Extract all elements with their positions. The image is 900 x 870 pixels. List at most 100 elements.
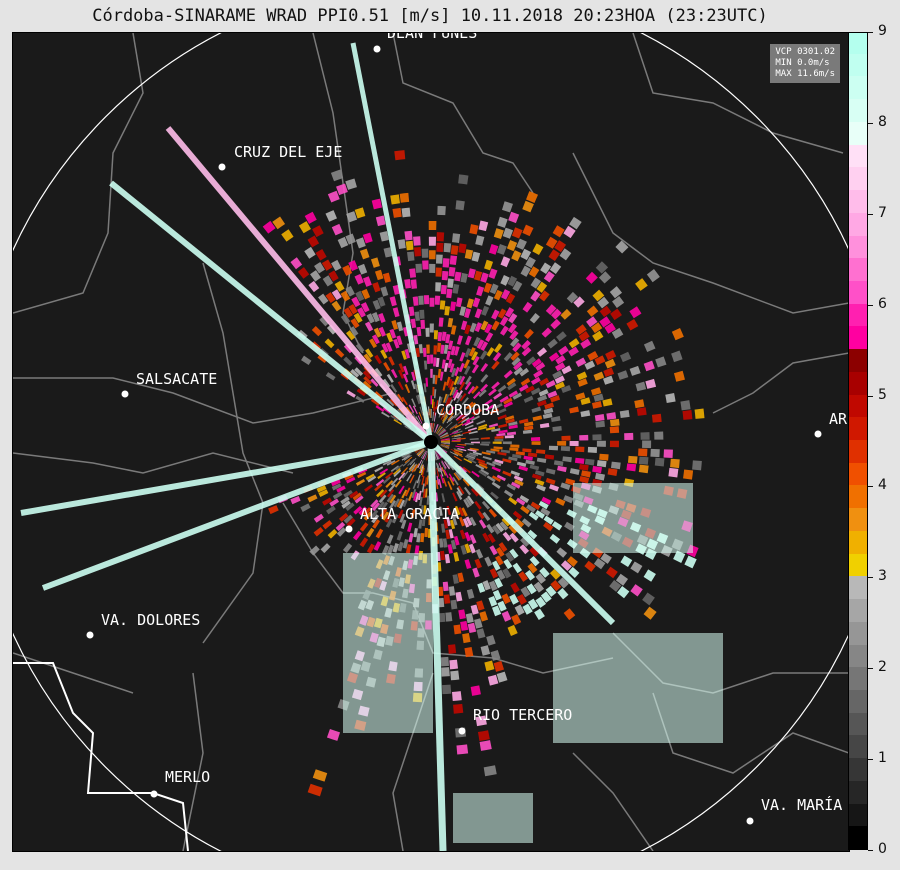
- echo-cell: [326, 728, 341, 741]
- echo-cell: [487, 674, 499, 686]
- echo-cell: [592, 465, 602, 474]
- colorbar-tick-mark: [868, 577, 873, 579]
- scan-info-box: VCP 0301.02 MIN 0.0m/s MAX 11.6m/s: [770, 44, 840, 83]
- echo-cell: [626, 463, 637, 472]
- echo-cell: [456, 335, 463, 345]
- echo-cell: [448, 266, 456, 277]
- colorbar-segment: [849, 598, 867, 622]
- echo-cell: [609, 440, 619, 448]
- echo-cell: [488, 243, 499, 255]
- echo-cell: [387, 544, 394, 555]
- echo-cell: [370, 257, 380, 268]
- echo-cell: [432, 411, 435, 421]
- echo-cell: [586, 305, 599, 317]
- echo-cell: [491, 320, 500, 331]
- echo-cell: [455, 445, 465, 449]
- colorbar-segment: [849, 75, 867, 100]
- echo-cell: [480, 362, 489, 373]
- echo-cell: [642, 592, 655, 606]
- echo-cell: [442, 381, 447, 391]
- city-label-merlo: MERLO: [165, 768, 211, 786]
- echo-cell: [568, 338, 580, 349]
- echo-cell: [449, 301, 457, 312]
- echo-cell: [426, 344, 430, 354]
- echo-cell: [534, 478, 545, 486]
- echo-cell: [418, 344, 423, 354]
- echo-cell: [392, 307, 400, 318]
- echo-cell: [407, 251, 415, 262]
- echo-cell: [455, 297, 463, 308]
- echo-cell: [389, 296, 397, 307]
- echo-cell: [598, 271, 612, 284]
- echo-cell: [432, 386, 435, 396]
- echo-cell: [404, 384, 411, 394]
- echo-cell: [415, 263, 423, 273]
- echo-cell: [500, 325, 509, 336]
- echo-cell: [630, 584, 643, 597]
- echo-cell: [682, 410, 693, 420]
- echo-cell: [449, 659, 459, 670]
- echo-cell: [492, 441, 502, 444]
- echo-cell: [471, 364, 479, 374]
- echo-cell: [524, 328, 534, 340]
- echo-cell: [312, 225, 324, 238]
- echo-cell: [371, 198, 383, 210]
- echo-cell: [522, 448, 532, 453]
- echo-cell: [486, 634, 496, 646]
- echo-cell: [574, 457, 585, 465]
- echo-cell: [405, 240, 414, 251]
- colorbar-segment: [849, 235, 867, 259]
- colorbar-tick-mark: [868, 122, 873, 124]
- echo-cell: [440, 284, 447, 295]
- colorbar-segment: [849, 644, 867, 668]
- echo-cell: [510, 582, 520, 594]
- echo-cell: [585, 271, 598, 284]
- radar-site-marker: [424, 435, 438, 449]
- echo-cell: [467, 622, 477, 634]
- echo-cell: [414, 311, 420, 321]
- colorbar-segment: [849, 166, 867, 191]
- echo-cell: [496, 671, 508, 683]
- echo-cell: [638, 464, 649, 474]
- echo-cell: [553, 460, 564, 467]
- echo-cell: [458, 243, 467, 254]
- echo-cell: [433, 330, 439, 340]
- echo-cell: [497, 243, 507, 255]
- echo-cell: [482, 455, 492, 461]
- echo-cell: [458, 609, 466, 620]
- province-border: [13, 662, 189, 851]
- echo-cell: [552, 425, 562, 432]
- echo-cell: [607, 468, 618, 477]
- echo-cell: [428, 220, 437, 231]
- echo-cell: [575, 357, 587, 368]
- echo-cell: [410, 318, 417, 329]
- city-label-va-dolores: VA. DOLORES: [101, 611, 201, 629]
- echo-cell: [521, 346, 532, 357]
- echo-cell: [392, 207, 402, 218]
- echo-cell: [352, 530, 362, 541]
- echo-cell: [506, 240, 518, 252]
- colorbar-segment: [849, 280, 867, 304]
- echo-cell: [619, 351, 632, 363]
- echo-cell: [410, 279, 418, 289]
- colorbar-segment: [849, 621, 867, 645]
- echo-cell: [609, 286, 623, 299]
- echo-cell: [364, 484, 373, 492]
- city-label-cordoba: CORDOBA: [436, 401, 500, 419]
- echo-cell: [694, 408, 705, 419]
- echo-cell: [557, 588, 569, 600]
- echo-cell: [579, 475, 590, 484]
- colorbar-segment: [849, 553, 867, 577]
- colorbar-tick-mark: [868, 668, 873, 670]
- echo-cell: [650, 448, 660, 458]
- echo-cell: [610, 308, 622, 321]
- echo-cell: [484, 556, 493, 567]
- echo-cell: [364, 321, 374, 332]
- echo-cell: [503, 369, 513, 379]
- echo-cell: [581, 470, 591, 478]
- echo-cell: [568, 346, 579, 357]
- colorbar-tick-label: 9: [878, 23, 887, 39]
- echo-cell: [603, 375, 614, 385]
- echo-cell: [610, 461, 621, 470]
- echo-cell: [420, 319, 426, 330]
